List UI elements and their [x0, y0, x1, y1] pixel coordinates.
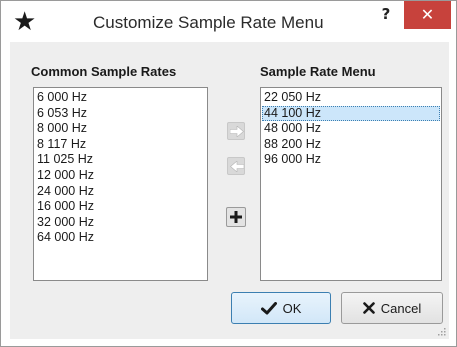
list-item[interactable]: 6 053 Hz — [35, 106, 206, 122]
add-custom-rate-button[interactable] — [226, 207, 246, 227]
common-rates-list[interactable]: 6 000 Hz 6 053 Hz 8 000 Hz 8 117 Hz 11 0… — [33, 87, 208, 281]
dialog-content: Common Sample Rates Sample Rate Menu 6 0… — [10, 42, 449, 339]
remove-from-menu-button[interactable] — [227, 157, 245, 175]
plus-icon — [230, 211, 242, 223]
arrow-left-icon — [230, 161, 244, 172]
star-icon: ★ — [13, 6, 37, 36]
list-item[interactable]: 12 000 Hz — [35, 168, 206, 184]
close-button[interactable]: ✕ — [404, 1, 451, 29]
title-bar: ★ Customize Sample Rate Menu ? ✕ — [1, 1, 456, 41]
list-item[interactable]: 22 050 Hz — [262, 90, 440, 106]
list-item[interactable]: 64 000 Hz — [35, 230, 206, 246]
ok-label: OK — [282, 300, 302, 316]
cancel-label: Cancel — [380, 300, 422, 316]
ok-button[interactable]: OK — [231, 292, 331, 324]
checkmark-icon — [260, 301, 277, 315]
list-item[interactable]: 88 200 Hz — [262, 137, 440, 153]
list-item[interactable]: 11 025 Hz — [35, 152, 206, 168]
list-item[interactable]: 8 117 Hz — [35, 137, 206, 153]
list-item[interactable]: 32 000 Hz — [35, 215, 206, 231]
list-item[interactable]: 16 000 Hz — [35, 199, 206, 215]
resize-grip-icon[interactable] — [436, 326, 446, 336]
dialog-window: ★ Customize Sample Rate Menu ? ✕ Common … — [0, 0, 457, 347]
menu-rates-list[interactable]: 22 050 Hz 44 100 Hz 48 000 Hz 88 200 Hz … — [260, 87, 442, 281]
arrow-right-icon — [230, 126, 244, 137]
menu-rates-heading: Sample Rate Menu — [260, 64, 376, 79]
close-icon: ✕ — [420, 5, 435, 24]
list-item[interactable]: 96 000 Hz — [262, 152, 440, 168]
list-item-selected[interactable]: 44 100 Hz — [262, 105, 440, 122]
list-item[interactable]: 6 000 Hz — [35, 90, 206, 106]
list-item[interactable]: 24 000 Hz — [35, 184, 206, 200]
help-button[interactable]: ? — [374, 3, 398, 27]
common-rates-heading: Common Sample Rates — [31, 64, 177, 79]
window-title: Customize Sample Rate Menu — [93, 13, 324, 32]
cancel-button[interactable]: Cancel — [341, 292, 443, 324]
x-icon — [362, 302, 375, 314]
list-item[interactable]: 48 000 Hz — [262, 121, 440, 137]
add-to-menu-button[interactable] — [227, 122, 245, 140]
list-item[interactable]: 8 000 Hz — [35, 121, 206, 137]
